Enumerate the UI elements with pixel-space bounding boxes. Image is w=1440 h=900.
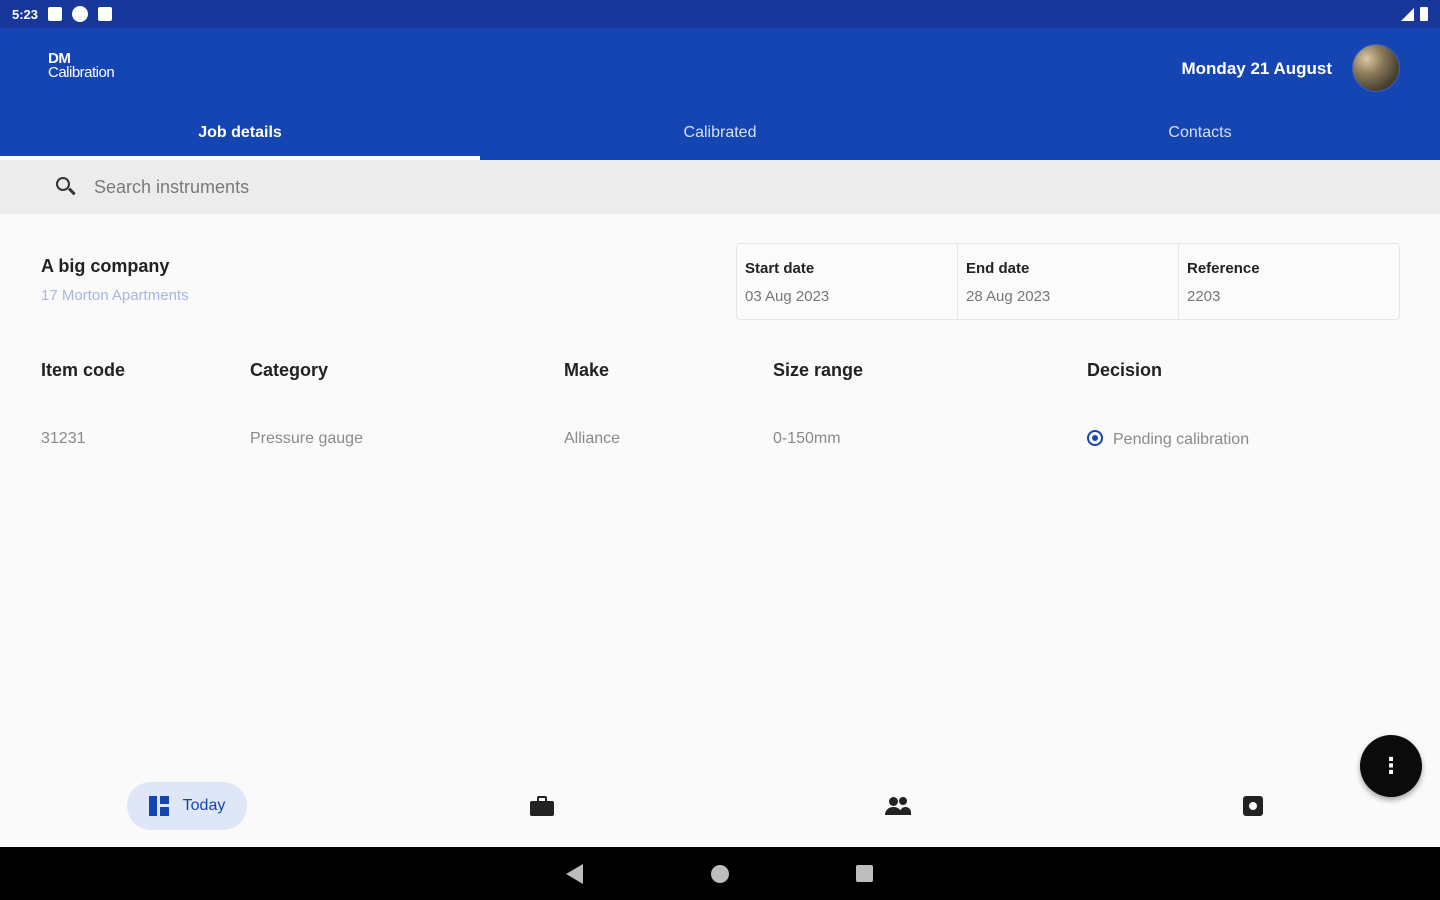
back-icon[interactable]: [566, 864, 583, 884]
end-date-value: 28 Aug 2023: [966, 288, 1051, 305]
table-row[interactable]: 31231 Pressure gauge Alliance 0-150mm Pe…: [0, 430, 1440, 454]
system-navigation-bar: [0, 847, 1440, 900]
tab-bar: Job details Calibrated Contacts: [0, 108, 1440, 160]
header-make: Make: [564, 360, 610, 380]
table-header: Item code Category Make Size range Decis…: [0, 360, 1440, 388]
header-decision: Decision: [1087, 360, 1163, 380]
company-address[interactable]: 17 Morton Apartments: [41, 287, 189, 304]
battery-icon: [1420, 7, 1428, 21]
nav-settings[interactable]: [1229, 782, 1277, 830]
start-date-label: Start date: [745, 260, 815, 277]
header-item-code: Item code: [41, 360, 126, 380]
header-category: Category: [250, 360, 329, 380]
reference-cell: Reference 2203: [1179, 244, 1399, 319]
company-info: A big company 17 Morton Apartments: [41, 256, 189, 304]
job-info-card: Start date 03 Aug 2023 End date 28 Aug 2…: [736, 243, 1400, 320]
notification-icon: [48, 7, 63, 21]
company-name: A big company: [41, 256, 170, 276]
status-time: 5:23: [12, 6, 39, 22]
bottom-navigation: Today: [0, 765, 1440, 847]
current-date: Monday 21 August: [1181, 59, 1333, 78]
decision-label: Pending calibration: [1113, 431, 1250, 448]
end-date-cell: End date 28 Aug 2023: [958, 244, 1179, 319]
home-icon[interactable]: [711, 865, 729, 883]
cell-make: Alliance: [564, 430, 621, 447]
cell-decision: Pending calibration: [1087, 430, 1249, 449]
signal-icon: [1401, 7, 1414, 21]
nav-contacts[interactable]: [874, 782, 922, 830]
header-size-range: Size range: [773, 360, 864, 380]
search-bar: [0, 160, 1440, 214]
reference-value: 2203: [1187, 288, 1221, 305]
cell-category: Pressure gauge: [250, 430, 363, 447]
app-logo: DM Calibration: [48, 51, 115, 81]
briefcase-icon: [530, 796, 554, 816]
nav-today[interactable]: Today: [127, 782, 247, 830]
recents-icon[interactable]: [856, 865, 873, 882]
start-date-value: 03 Aug 2023: [745, 288, 830, 305]
nav-jobs[interactable]: [518, 782, 566, 830]
nav-today-label: Today: [182, 797, 226, 814]
end-date-label: End date: [966, 260, 1030, 277]
cell-size-range: 0-150mm: [773, 430, 841, 447]
app-bar: DM Calibration Monday 21 August Job deta…: [0, 28, 1440, 160]
app-notification-icon: [72, 6, 89, 22]
decision-radio[interactable]: [1087, 430, 1103, 446]
search-input[interactable]: [94, 176, 694, 198]
tab-job-details[interactable]: Job details: [0, 108, 480, 160]
people-icon: [885, 796, 911, 816]
cell-item-code: 31231: [41, 430, 86, 447]
avatar[interactable]: [1352, 44, 1400, 92]
sd-card-icon: [98, 7, 113, 21]
status-bar: 5:23: [0, 0, 1440, 28]
reference-label: Reference: [1187, 260, 1260, 277]
start-date-cell: Start date 03 Aug 2023: [737, 244, 958, 319]
search-icon: [56, 177, 76, 197]
settings-icon: [1243, 796, 1263, 816]
tab-contacts[interactable]: Contacts: [960, 108, 1440, 160]
tab-calibrated[interactable]: Calibrated: [480, 108, 960, 160]
logo-line2: Calibration: [48, 64, 115, 81]
dashboard-icon: [148, 796, 169, 816]
